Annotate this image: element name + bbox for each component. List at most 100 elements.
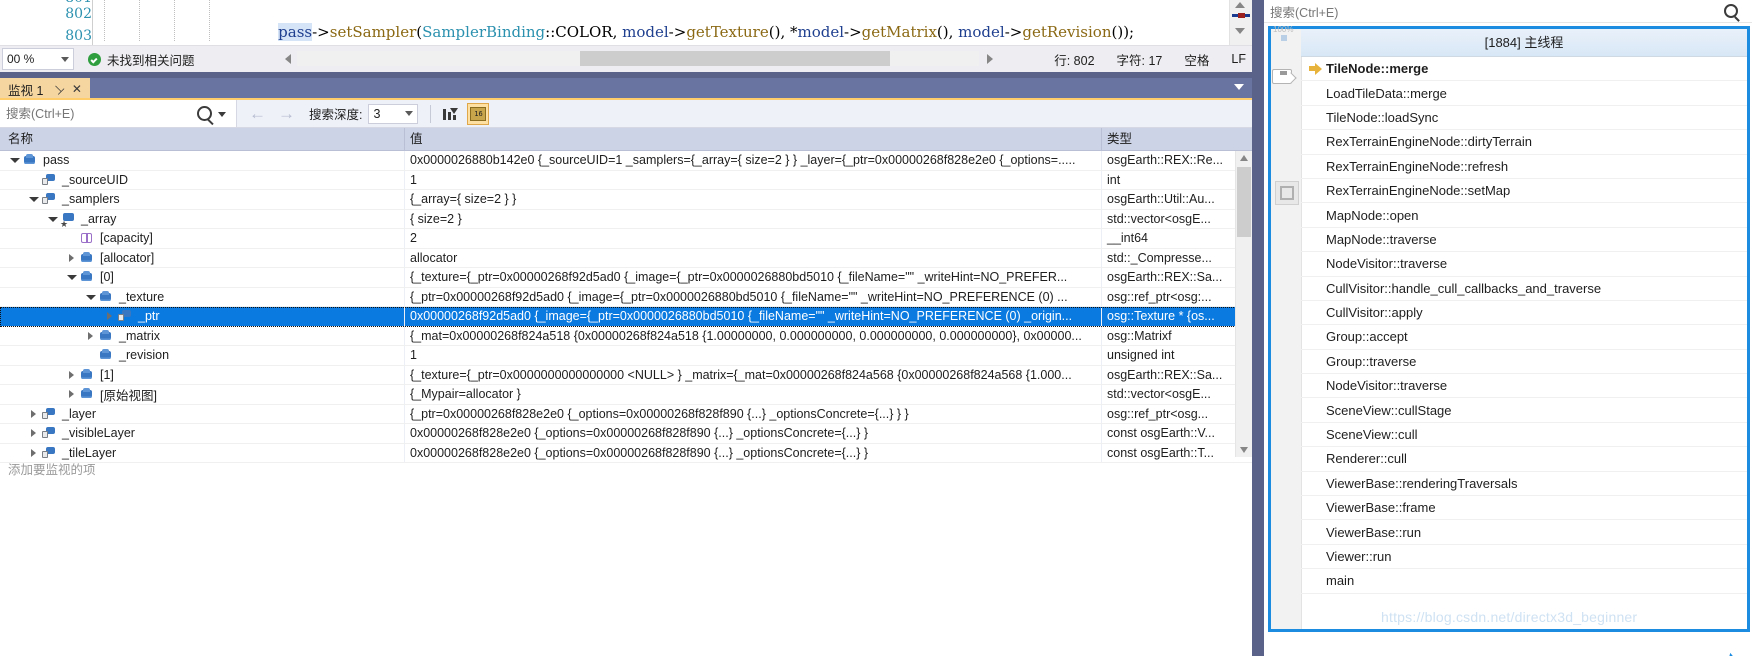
list-item[interactable]: Group::traverse — [1301, 350, 1747, 375]
list-item[interactable]: ViewerBase::frame — [1301, 496, 1747, 521]
search-icon[interactable] — [1724, 4, 1738, 18]
watch-row-name-cell[interactable]: [allocator] — [0, 248, 405, 267]
table-row[interactable]: [1] {_texture={_ptr=0x0000000000000000 <N… — [0, 365, 1252, 385]
watch-row-name-cell[interactable]: _ptr — [0, 307, 405, 326]
table-row[interactable]: _array { size=2 } std::vector<osgE... — [0, 209, 1252, 229]
table-row[interactable]: _ptr 0x00000268f92d5ad0 {_image={_ptr=0x0… — [0, 307, 1252, 327]
callstack-frame-list[interactable]: [1884] 主线程 TileNode::merge LoadTileData::… — [1301, 29, 1747, 629]
watch-row-name-cell[interactable]: _texture — [0, 287, 405, 306]
chevron-right-icon[interactable] — [65, 387, 79, 401]
watch-row-name-cell[interactable]: _tileLayer — [0, 443, 405, 462]
watch-row-name-cell[interactable]: [0] — [0, 268, 405, 287]
list-item[interactable]: SceneView::cull — [1301, 423, 1747, 448]
chevron-down-icon[interactable] — [61, 56, 69, 62]
watch-variable-value[interactable]: {_Mypair=allocator } — [405, 385, 1102, 404]
table-row[interactable]: [allocator] allocator std::_Compresse... — [0, 248, 1252, 268]
scroll-down-icon[interactable] — [1240, 447, 1248, 453]
scroll-down-icon[interactable] — [1235, 28, 1245, 34]
watch-variable-value[interactable]: 2 — [405, 229, 1102, 248]
watch-variable-value[interactable]: 0x00000268f828e2e0 {_options=0x00000268f… — [405, 424, 1102, 443]
editor-vertical-scrollbar[interactable] — [1229, 0, 1252, 45]
table-row[interactable]: _revision 1 unsigned int — [0, 346, 1252, 366]
list-item[interactable]: LoadTileData::merge — [1301, 81, 1747, 106]
table-row[interactable]: [0] {_texture={_ptr=0x00000268f92d5ad0 {_… — [0, 268, 1252, 288]
table-row[interactable]: _tileLayer 0x00000268f828e2e0 {_options=0… — [0, 443, 1252, 463]
list-item[interactable]: MapNode::traverse — [1301, 228, 1747, 253]
watch-variable-value[interactable]: allocator — [405, 248, 1102, 267]
scroll-left-icon[interactable] — [285, 54, 291, 64]
watch-variable-value[interactable]: 1 — [405, 346, 1102, 365]
table-row[interactable]: [capacity] 2 __int64 — [0, 229, 1252, 249]
list-item[interactable]: TileNode::merge — [1301, 57, 1747, 82]
table-row[interactable]: _layer {_ptr=0x00000268f828e2e0 {_options… — [0, 404, 1252, 424]
watch-row-name-cell[interactable]: [capacity] — [0, 229, 405, 248]
chevron-right-icon[interactable] — [27, 407, 41, 421]
search-previous-icon[interactable]: ← — [249, 105, 266, 122]
list-item[interactable]: RexTerrainEngineNode::setMap — [1301, 179, 1747, 204]
table-row[interactable]: [原始视图] {_Mypair=allocator } std::vector<os… — [0, 385, 1252, 405]
column-header-value[interactable]: 值 — [405, 128, 1102, 150]
list-item[interactable]: RexTerrainEngineNode::dirtyTerrain — [1301, 130, 1747, 155]
list-item[interactable]: RexTerrainEngineNode::refresh — [1301, 155, 1747, 179]
hscroll-thumb[interactable] — [580, 51, 890, 66]
chevron-down-icon[interactable] — [27, 192, 41, 206]
close-icon[interactable]: ✕ — [72, 82, 82, 96]
watch-row-name-cell[interactable]: _samplers — [0, 190, 405, 209]
watch-variable-value[interactable]: {_mat=0x00000268f824a518 {0x00000268f824… — [405, 326, 1102, 345]
search-icon[interactable] — [197, 106, 212, 121]
watch-variable-value[interactable]: {_array={ size=2 } } — [405, 190, 1102, 209]
problem-status[interactable]: 未找到相关问题 — [88, 50, 195, 69]
list-item[interactable]: Renderer::cull — [1301, 447, 1747, 472]
hexadecimal-display-button[interactable]: 16 — [467, 102, 490, 125]
table-row[interactable]: _texture {_ptr=0x00000268f92d5ad0 {_image… — [0, 287, 1252, 307]
watch-vertical-scrollbar[interactable] — [1235, 151, 1252, 457]
list-item[interactable]: TileNode::loadSync — [1301, 106, 1747, 131]
list-item[interactable]: CullVisitor::handle_cull_callbacks_and_t… — [1301, 277, 1747, 301]
scroll-right-icon[interactable] — [987, 54, 993, 64]
chevron-right-icon[interactable] — [65, 251, 79, 265]
watch-variable-value[interactable]: { size=2 } — [405, 209, 1102, 228]
search-next-icon[interactable]: → — [278, 105, 295, 122]
search-input[interactable] — [4, 105, 198, 122]
watch-variable-value[interactable]: {_texture={_ptr=0x0000000000000000 <NULL… — [405, 365, 1102, 384]
watch-row-name-cell[interactable]: _matrix — [0, 326, 405, 345]
chevron-right-icon[interactable] — [65, 368, 79, 382]
scroll-up-icon[interactable] — [1235, 2, 1245, 8]
chevron-right-icon[interactable] — [103, 309, 117, 323]
watch-row-name-cell[interactable]: [原始视图] — [0, 385, 405, 404]
list-item[interactable]: Group::accept — [1301, 325, 1747, 350]
chevron-down-icon[interactable] — [1234, 84, 1244, 90]
watch-variable-value[interactable]: {_texture={_ptr=0x00000268f92d5ad0 {_ima… — [405, 268, 1102, 287]
chevron-down-icon[interactable] — [405, 111, 414, 116]
watch-row-name-cell[interactable]: _array — [0, 209, 405, 228]
list-item[interactable]: Viewer::run — [1301, 545, 1747, 570]
list-item[interactable]: SceneView::cullStage — [1301, 398, 1747, 423]
watch-variable-value[interactable]: {_ptr=0x00000268f828e2e0 {_options=0x000… — [405, 404, 1102, 423]
code-editor[interactable]: 801 802 803 pass->setSampler(SamplerBind… — [0, 0, 1252, 45]
list-item[interactable]: NodeVisitor::traverse — [1301, 374, 1747, 399]
search-depth-selector[interactable]: 3 — [368, 103, 419, 124]
tab-watch-1[interactable]: 监视 1 ⊣ ✕ — [0, 78, 90, 100]
watch-variable-value[interactable]: {_ptr=0x00000268f92d5ad0 {_image={_ptr=0… — [405, 287, 1102, 306]
columns-settings-button[interactable] — [438, 103, 460, 125]
list-item[interactable]: ViewerBase::run — [1301, 520, 1747, 545]
column-header-name[interactable]: 名称 — [0, 128, 405, 150]
chevron-right-icon[interactable] — [27, 446, 41, 460]
list-item[interactable]: CullVisitor::apply — [1301, 301, 1747, 326]
table-row[interactable]: _matrix {_mat=0x00000268f824a518 {0x00000… — [0, 326, 1252, 346]
list-item[interactable]: MapNode::open — [1301, 203, 1747, 228]
watch-search-box[interactable] — [0, 100, 237, 127]
watch-row-name-cell[interactable]: _layer — [0, 404, 405, 423]
list-item[interactable]: ViewerBase::renderingTraversals — [1301, 472, 1747, 497]
table-row[interactable]: _sourceUID 1 int — [0, 170, 1252, 190]
chevron-down-icon[interactable] — [65, 270, 79, 284]
watch-row-name-cell[interactable]: _visibleLayer — [0, 424, 405, 443]
editor-horizontal-scrollbar[interactable] — [285, 50, 1007, 67]
chevron-down-icon[interactable] — [218, 112, 226, 117]
chevron-right-icon[interactable] — [27, 426, 41, 440]
chevron-down-icon[interactable] — [8, 153, 22, 167]
watch-variable-value[interactable]: 1 — [405, 170, 1102, 189]
chevron-right-icon[interactable] — [84, 329, 98, 343]
watch-row-name-cell[interactable]: pass — [0, 151, 405, 170]
chevron-down-icon[interactable] — [84, 290, 98, 304]
